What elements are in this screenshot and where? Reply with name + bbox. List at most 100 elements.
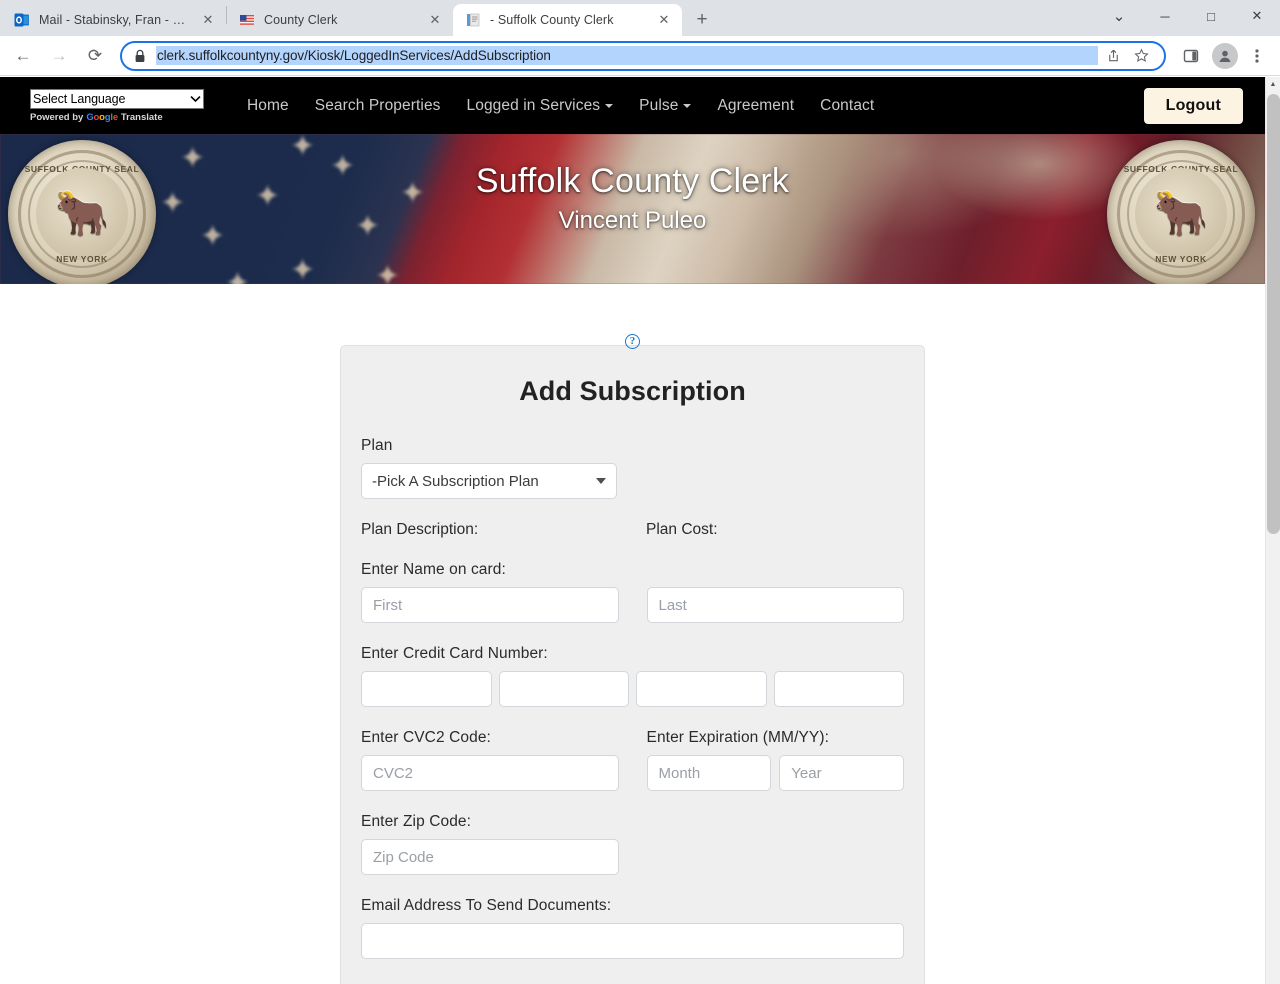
- browser-window: Mail - Stabinsky, Fran - Outlook ✕ Count…: [0, 0, 1280, 984]
- cvc-group: Enter CVC2 Code:: [361, 729, 619, 791]
- nav-links: Home Search Properties Logged in Service…: [234, 91, 1144, 121]
- site-navigation-bar: Select Language Powered by Google Transl…: [0, 77, 1265, 134]
- page-content: ? Add Subscription Plan -Pick A Subscrip…: [0, 284, 1265, 984]
- forward-button[interactable]: →: [44, 41, 74, 71]
- browser-tab-3-active[interactable]: - Suffolk County Clerk ✕: [453, 4, 682, 36]
- tab-title: Mail - Stabinsky, Fran - Outlook: [39, 13, 190, 27]
- language-select[interactable]: Select Language: [30, 88, 204, 109]
- credit-card-input-4[interactable]: [773, 671, 904, 707]
- nav-label: Contact: [820, 96, 875, 114]
- site-banner: ✦ ✦ ✦ ✦ ✦ ✦ ✦ ✦ ✦ ✦ ✦ SUFFOLK COUNTY SEA…: [0, 134, 1265, 284]
- page-viewport: Select Language Powered by Google Transl…: [0, 77, 1280, 984]
- tab-search-button[interactable]: ⌄: [1096, 0, 1142, 32]
- chevron-down-icon: [596, 478, 606, 484]
- nav-item-contact[interactable]: Contact: [807, 91, 887, 121]
- browser-tab-1[interactable]: Mail - Stabinsky, Fran - Outlook ✕: [2, 4, 226, 36]
- back-button[interactable]: ←: [8, 41, 38, 71]
- maximize-button[interactable]: □: [1188, 0, 1234, 32]
- page-scrollbar[interactable]: ▲: [1265, 77, 1280, 984]
- close-window-button[interactable]: ✕: [1234, 0, 1280, 32]
- us-flag-icon: [239, 12, 255, 28]
- cvc-input[interactable]: [361, 755, 619, 791]
- zip-code-label: Enter Zip Code:: [361, 813, 472, 830]
- nav-item-home[interactable]: Home: [234, 91, 302, 121]
- credit-card-input-2[interactable]: [498, 671, 629, 707]
- scrollbar-thumb[interactable]: [1267, 94, 1280, 534]
- browser-tab-2[interactable]: County Clerk ✕: [227, 4, 453, 36]
- address-bar[interactable]: clerk.suffolkcountyny.gov/Kiosk/LoggedIn…: [120, 40, 1166, 71]
- browser-toolbar: ← → ⟳ clerk.suffolkcountyny.gov/Kiosk/Lo…: [0, 36, 1280, 76]
- star-icon[interactable]: [1128, 43, 1154, 69]
- cvc-expiration-row: Enter CVC2 Code: Enter Expiration (MM/YY…: [361, 729, 904, 791]
- outlook-icon: [14, 12, 30, 28]
- minimize-button[interactable]: ─: [1142, 0, 1188, 32]
- plan-select[interactable]: -Pick A Subscription Plan: [361, 463, 617, 499]
- credit-card-input-1[interactable]: [361, 671, 492, 707]
- add-subscription-card: Add Subscription Plan -Pick A Subscripti…: [340, 345, 925, 984]
- nav-label: Search Properties: [314, 96, 441, 114]
- document-icon: [465, 12, 481, 28]
- first-name-input[interactable]: [361, 587, 619, 623]
- lock-icon: [134, 49, 146, 63]
- expiration-label: Enter Expiration (MM/YY):: [646, 729, 830, 746]
- credit-card-input-3[interactable]: [636, 671, 767, 707]
- side-panel-icon[interactable]: [1176, 41, 1206, 71]
- three-dot-menu-icon[interactable]: [1242, 41, 1272, 71]
- nav-item-search-properties[interactable]: Search Properties: [302, 91, 454, 121]
- seal-bottom-text: NEW YORK: [56, 254, 108, 264]
- scroll-up-arrow-icon[interactable]: ▲: [1266, 77, 1280, 92]
- google-logo: Google: [86, 111, 118, 123]
- seal-bottom-text: NEW YORK: [1155, 254, 1207, 264]
- reload-button[interactable]: ⟳: [80, 41, 110, 71]
- zip-code-group: Enter Zip Code:: [361, 813, 904, 875]
- plan-info-row: Plan Description: Plan Cost:: [361, 521, 904, 539]
- expiration-group: Enter Expiration (MM/YY):: [646, 729, 904, 791]
- plan-select-value: -Pick A Subscription Plan: [372, 472, 539, 490]
- help-question-icon[interactable]: ?: [625, 334, 640, 349]
- plan-label: Plan: [361, 437, 393, 454]
- window-controls: ⌄ ─ □ ✕: [1096, 0, 1280, 32]
- nav-item-pulse[interactable]: Pulse: [626, 91, 704, 121]
- email-label: Email Address To Send Documents:: [361, 897, 612, 914]
- tab-title: County Clerk: [264, 13, 338, 27]
- name-on-card-group: Enter Name on card:: [361, 561, 904, 623]
- share-icon[interactable]: [1100, 43, 1126, 69]
- tab-close-button[interactable]: ✕: [656, 12, 672, 28]
- expiration-month-input[interactable]: [646, 755, 772, 791]
- tab-title: - Suffolk County Clerk: [490, 13, 614, 27]
- banner-text-block: Suffolk County Clerk Vincent Puleo: [0, 162, 1265, 235]
- tab-close-button[interactable]: ✕: [427, 12, 443, 28]
- last-name-input[interactable]: [646, 587, 904, 623]
- expiration-year-input[interactable]: [779, 755, 904, 791]
- profile-avatar-icon[interactable]: [1212, 42, 1238, 69]
- tab-strip: Mail - Stabinsky, Fran - Outlook ✕ Count…: [0, 0, 1280, 36]
- email-input[interactable]: [361, 923, 904, 959]
- powered-by-google-translate: Powered by Google Translate: [30, 112, 163, 123]
- zip-code-input[interactable]: [361, 839, 619, 875]
- chevron-down-icon: [683, 103, 692, 108]
- chevron-down-icon: [190, 92, 201, 106]
- chevron-down-icon: [605, 103, 614, 108]
- logout-button[interactable]: Logout: [1143, 87, 1243, 124]
- plan-description-label: Plan Description:: [361, 521, 479, 538]
- language-select-value: Select Language: [33, 91, 126, 106]
- url-text: clerk.suffolkcountyny.gov/Kiosk/LoggedIn…: [156, 46, 1098, 65]
- nav-label: Agreement: [717, 96, 795, 114]
- banner-subtitle: Vincent Puleo: [558, 207, 707, 234]
- name-on-card-label: Enter Name on card:: [361, 561, 506, 578]
- nav-item-agreement[interactable]: Agreement: [704, 91, 807, 121]
- new-tab-button[interactable]: +: [688, 6, 716, 34]
- translate-label: Translate: [120, 111, 163, 123]
- nav-item-logged-in-services[interactable]: Logged in Services: [454, 91, 627, 121]
- cvc-label: Enter CVC2 Code:: [361, 729, 491, 746]
- google-translate-widget: Select Language Powered by Google Transl…: [30, 88, 206, 123]
- help-row: ?: [0, 284, 1265, 349]
- tab-close-button[interactable]: ✕: [200, 12, 216, 28]
- page-title: Add Subscription: [519, 376, 746, 406]
- nav-label: Home: [247, 96, 289, 114]
- nav-label: Logged in Services: [466, 96, 601, 114]
- web-page: Select Language Powered by Google Transl…: [0, 77, 1265, 984]
- email-group: Email Address To Send Documents:: [361, 897, 904, 959]
- powered-by-label: Powered by: [30, 111, 84, 123]
- plan-cost-label: Plan Cost:: [646, 521, 718, 538]
